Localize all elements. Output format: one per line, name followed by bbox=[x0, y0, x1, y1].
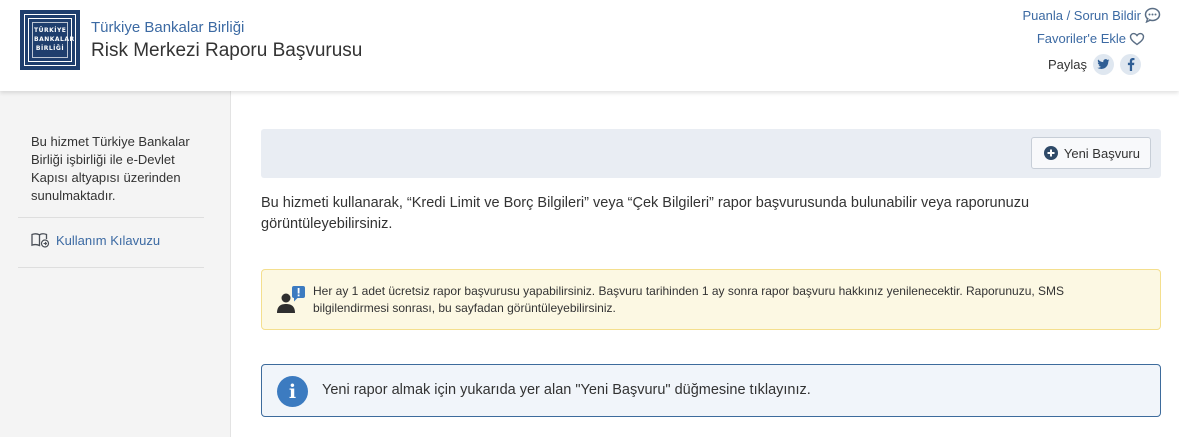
chat-bubble-icon bbox=[1144, 7, 1161, 23]
service-description: Bu hizmet Türkiye Bankalar Birliği işbir… bbox=[31, 134, 190, 203]
logo-line-2: BANKALAR bbox=[34, 36, 75, 43]
sidebar-divider-bottom bbox=[18, 267, 204, 268]
page-title: Risk Merkezi Raporu Başvurusu bbox=[91, 40, 363, 61]
feedback-link[interactable]: Puanla / Sorun Bildir bbox=[1022, 7, 1161, 23]
new-application-button[interactable]: Yeni Başvuru bbox=[1030, 137, 1151, 169]
user-guide-label: Kullanım Kılavuzu bbox=[56, 232, 161, 248]
info-text: Yeni rapor almak için yukarıda yer alan … bbox=[322, 382, 811, 398]
share-row: Paylaş bbox=[1048, 54, 1141, 75]
plus-circle-icon bbox=[1043, 146, 1058, 160]
intro-text: Bu hizmeti kullanarak, “Kredi Limit ve B… bbox=[261, 195, 1030, 232]
logo-line-1: TÜRKİYE bbox=[34, 27, 67, 34]
favorites-label: Favoriler'e Ekle bbox=[1036, 31, 1126, 46]
favorites-link[interactable]: Favoriler'e Ekle bbox=[1037, 31, 1145, 46]
twitter-icon bbox=[1097, 59, 1110, 69]
share-label: Paylaş bbox=[1047, 57, 1087, 72]
info-icon: i bbox=[277, 376, 308, 407]
header: TÜRKİYE BANKALAR BİRLİĞİ Türkiye Bankala… bbox=[0, 0, 1179, 91]
notice-alert: Her ay 1 adet ücretsiz rapor başvurusu y… bbox=[261, 269, 1161, 330]
action-toolbar: Yeni Başvuru bbox=[261, 129, 1161, 178]
user-alert-icon bbox=[277, 286, 305, 313]
notice-text: Her ay 1 adet ücretsiz rapor başvurusu y… bbox=[313, 284, 1065, 315]
org-name[interactable]: Türkiye Bankalar Birliği bbox=[91, 19, 244, 36]
sidebar: Bu hizmet Türkiye Bankalar Birliği işbir… bbox=[0, 91, 231, 437]
twitter-share-button[interactable] bbox=[1093, 54, 1114, 75]
book-icon bbox=[31, 233, 50, 248]
feedback-label: Puanla / Sorun Bildir bbox=[1022, 7, 1141, 23]
heart-icon bbox=[1129, 32, 1145, 45]
sidebar-divider bbox=[18, 217, 204, 218]
facebook-icon bbox=[1127, 58, 1134, 71]
tbb-logo[interactable]: TÜRKİYE BANKALAR BİRLİĞİ bbox=[20, 10, 80, 70]
user-guide-link[interactable]: Kullanım Kılavuzu bbox=[31, 232, 160, 248]
new-application-label: Yeni Başvuru bbox=[1063, 145, 1140, 161]
logo-line-3: BİRLİĞİ bbox=[35, 45, 65, 52]
info-alert: i Yeni rapor almak için yukarıda yer ala… bbox=[261, 364, 1161, 417]
facebook-share-button[interactable] bbox=[1120, 54, 1141, 75]
